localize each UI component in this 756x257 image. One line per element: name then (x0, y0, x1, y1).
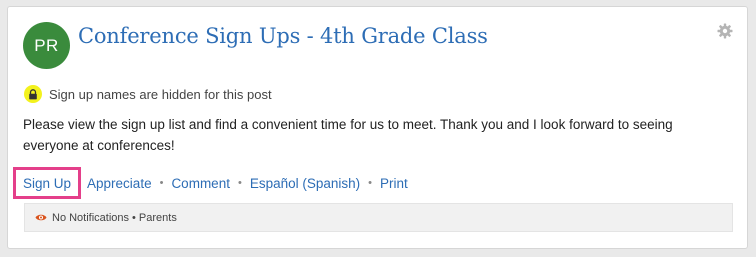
print-link[interactable]: Print (380, 176, 408, 191)
translate-link[interactable]: Español (Spanish) (250, 176, 360, 191)
action-separator: • (159, 177, 164, 189)
sign-up-button[interactable]: Sign Up (13, 167, 82, 199)
appreciate-link[interactable]: Appreciate (87, 176, 152, 191)
notification-audience: Parents (138, 211, 177, 224)
notification-setting: No Notifications (52, 211, 130, 224)
post-card: PR Conference Sign Ups - 4th Grade Class… (7, 6, 748, 249)
post-actions: Sign Up Appreciate • Comment • Español (… (13, 167, 408, 199)
eye-icon (35, 213, 47, 222)
gear-icon[interactable] (717, 23, 733, 39)
comment-link[interactable]: Comment (171, 176, 230, 191)
action-separator: • (237, 177, 242, 189)
notification-bullet: • (132, 211, 136, 224)
privacy-notice-text: Sign up names are hidden for this post (49, 86, 272, 102)
lock-icon (24, 85, 42, 103)
action-separator: • (368, 177, 372, 189)
notification-bar[interactable]: No Notifications • Parents (24, 203, 733, 232)
avatar: PR (23, 22, 70, 69)
post-title[interactable]: Conference Sign Ups - 4th Grade Class (78, 24, 488, 48)
privacy-notice: Sign up names are hidden for this post (24, 85, 272, 103)
post-message: Please view the sign up list and find a … (23, 117, 673, 153)
